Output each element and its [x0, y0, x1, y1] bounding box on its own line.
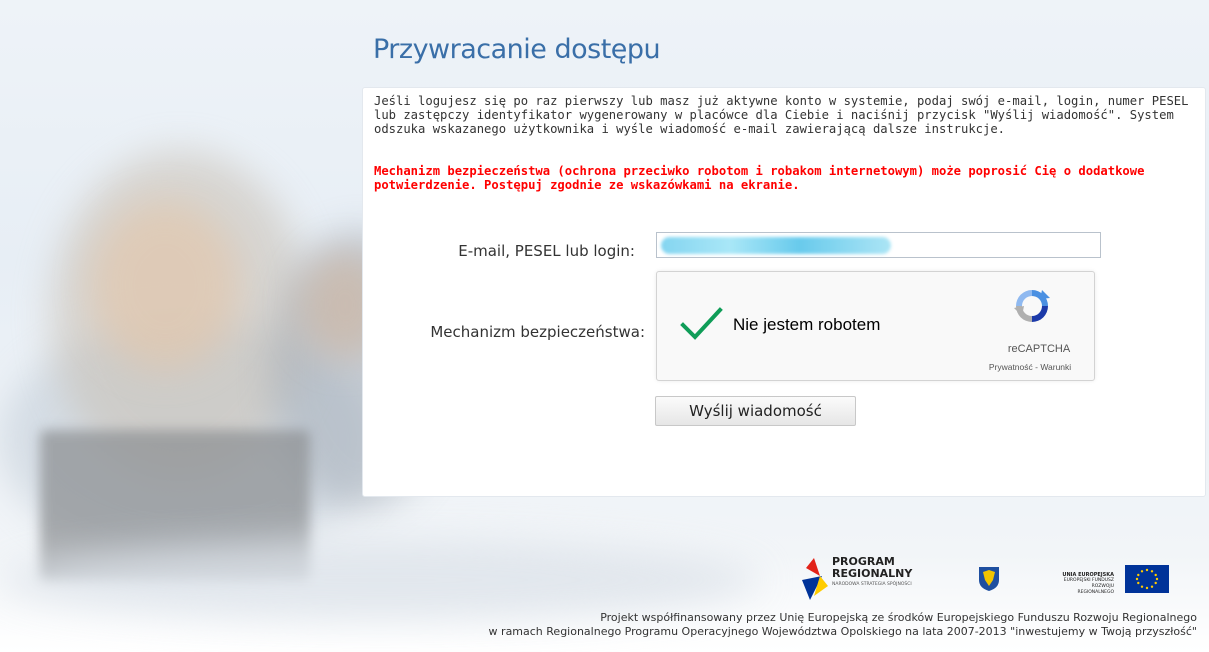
program-star-icon [802, 558, 828, 600]
footer-funding-note: Projekt współfinansowany przez Unię Euro… [489, 611, 1197, 639]
program-sub: NARODOWA STRATEGIA SPÓJNOŚCI [832, 582, 912, 587]
recaptcha-brand: reCAPTCHA [1007, 343, 1071, 355]
footer-line1: Projekt współfinansowany przez Unię Euro… [600, 611, 1197, 624]
opolskie-coat-of-arms-icon [979, 567, 999, 591]
eu-line2: ROZWOJU REGIONALNEGO [1077, 584, 1114, 595]
email-label: E-mail, PESEL lub login: [458, 242, 635, 260]
eu-flag-icon [1125, 565, 1169, 593]
footer-line2: w ramach Regionalnego Programu Operacyjn… [488, 625, 1197, 638]
security-warning: Mechanizm bezpieczeństwa (ochrona przeci… [374, 164, 1145, 192]
security-label: Mechanizm bezpieczeństwa: [430, 323, 645, 341]
recovery-panel: Jeśli logujesz się po raz pierwszy lub m… [362, 87, 1206, 497]
intro-text: Jeśli logujesz się po raz pierwszy lub m… [374, 94, 1189, 136]
program-line2: REGIONALNY [832, 567, 913, 580]
recaptcha-widget: Nie jestem robotem reCAPTCHA Prywatność … [656, 271, 1095, 381]
redacted-value-mark [661, 237, 891, 254]
recaptcha-checkbox-label[interactable]: Nie jestem robotem [733, 315, 880, 335]
program-regionalny-logo: PROGRAM REGIONALNY NARODOWA STRATEGIA SP… [800, 550, 970, 604]
send-message-button[interactable]: Wyślij wiadomość [655, 396, 856, 426]
page-title: Przywracanie dostępu [373, 34, 661, 65]
recaptcha-logo-icon [1014, 290, 1050, 322]
email-field[interactable] [656, 232, 1101, 258]
eu-text: UNIA EUROPEJSKA EUROPEJSKI FUNDUSZ ROZWO… [1054, 572, 1114, 596]
checkmark-icon[interactable] [679, 306, 723, 342]
recaptcha-links[interactable]: Prywatność - Warunki [970, 362, 1090, 372]
funding-logos: PROGRAM REGIONALNY NARODOWA STRATEGIA SP… [800, 550, 1200, 606]
